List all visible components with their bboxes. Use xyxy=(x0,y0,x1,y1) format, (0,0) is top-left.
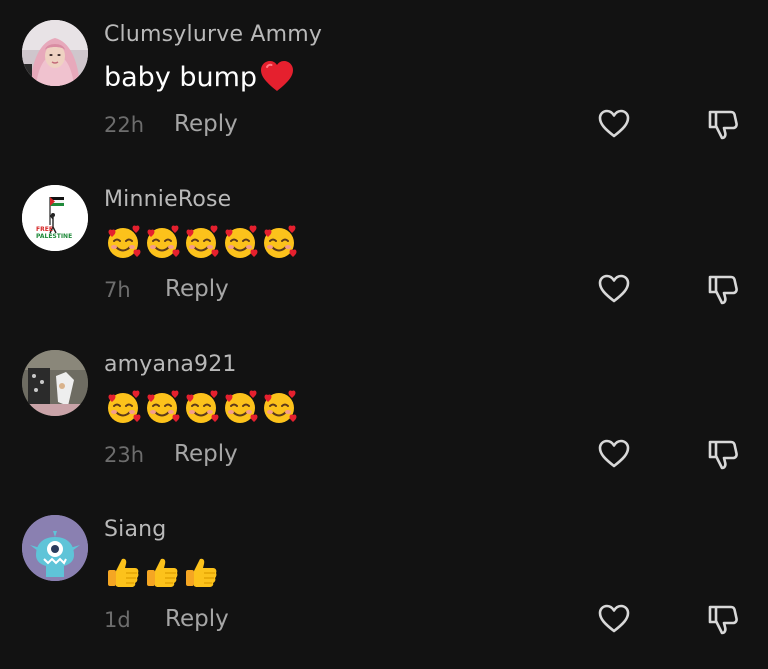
reply-button[interactable]: Reply xyxy=(165,276,229,302)
thumbs-up-emoji xyxy=(143,553,181,591)
like-button[interactable] xyxy=(597,602,631,636)
comment-item: amyana921 23h Reply xyxy=(0,330,768,490)
avatar-image: FREE PALESTINE xyxy=(22,185,88,251)
dislike-button[interactable] xyxy=(706,437,740,471)
reply-button[interactable]: Reply xyxy=(165,606,229,632)
comment-username[interactable]: Siang xyxy=(104,517,166,542)
dislike-button[interactable] xyxy=(706,602,740,636)
thumbs-down-outline-icon xyxy=(708,275,738,305)
avatar-image xyxy=(22,20,88,86)
avatar-image xyxy=(22,515,88,581)
comment-emoji-row xyxy=(104,553,220,591)
heart-outline-icon xyxy=(598,274,630,303)
comment-timestamp: 23h xyxy=(104,443,145,467)
avatar[interactable]: FREE PALESTINE xyxy=(22,185,88,251)
dislike-button[interactable] xyxy=(706,107,740,141)
smiling-face-with-hearts-emoji xyxy=(260,223,298,261)
smiling-face-with-hearts-emoji xyxy=(182,388,220,426)
like-button[interactable] xyxy=(597,272,631,306)
reply-button[interactable]: Reply xyxy=(174,111,238,137)
thumbs-down-outline-icon xyxy=(708,110,738,140)
thumbs-down-outline-icon xyxy=(708,605,738,635)
smiling-face-with-hearts-emoji xyxy=(143,223,181,261)
smiling-face-with-hearts-emoji xyxy=(260,388,298,426)
comment-text-content: baby bump xyxy=(104,61,258,93)
avatar-image xyxy=(22,350,88,416)
smiling-face-with-hearts-emoji xyxy=(221,223,259,261)
smiling-face-with-hearts-emoji xyxy=(182,223,220,261)
comment-username[interactable]: MinnieRose xyxy=(104,187,231,212)
comment-timestamp: 1d xyxy=(104,608,131,632)
thumbs-up-emoji xyxy=(104,553,142,591)
avatar[interactable] xyxy=(22,350,88,416)
comment-emoji-row xyxy=(104,223,298,261)
avatar[interactable] xyxy=(22,515,88,581)
reply-button[interactable]: Reply xyxy=(174,441,238,467)
dislike-button[interactable] xyxy=(706,272,740,306)
comment-timestamp: 7h xyxy=(104,278,131,302)
avatar[interactable] xyxy=(22,20,88,86)
heart-outline-icon xyxy=(598,604,630,633)
smiling-face-with-hearts-emoji xyxy=(221,388,259,426)
thumbs-up-emoji xyxy=(182,553,220,591)
smiling-face-with-hearts-emoji xyxy=(104,223,142,261)
comment-timestamp: 22h xyxy=(104,113,145,137)
comment-text: baby bump xyxy=(104,58,295,96)
comment-emoji-row xyxy=(104,388,298,426)
comment-item: Clumsylurve Ammy baby bump 22h Reply xyxy=(0,0,768,160)
smiling-face-with-hearts-emoji xyxy=(143,388,181,426)
heart-outline-icon xyxy=(598,439,630,468)
heart-outline-icon xyxy=(598,109,630,138)
like-button[interactable] xyxy=(597,107,631,141)
comment-username[interactable]: amyana921 xyxy=(104,352,237,377)
like-button[interactable] xyxy=(597,437,631,471)
comment-item: Siang 1d Reply xyxy=(0,495,768,655)
smiling-face-with-hearts-emoji xyxy=(104,388,142,426)
red-heart-emoji xyxy=(259,59,295,95)
comment-username[interactable]: Clumsylurve Ammy xyxy=(104,22,322,47)
thumbs-down-outline-icon xyxy=(708,440,738,470)
avatar-text-free: FREE xyxy=(36,226,53,233)
comment-item: FREE PALESTINE MinnieRose 7h Reply xyxy=(0,165,768,325)
avatar-text-palestine: PALESTINE xyxy=(36,233,72,240)
